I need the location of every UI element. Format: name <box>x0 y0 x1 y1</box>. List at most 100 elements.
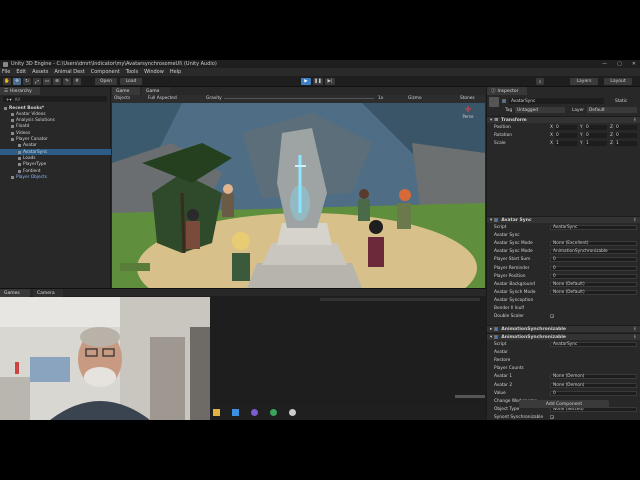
hierarchy-item[interactable]: Analysis Solutions <box>0 118 111 124</box>
play-button[interactable]: ▶ <box>301 78 311 85</box>
menu-help[interactable]: Help <box>170 69 181 75</box>
transform-header[interactable]: ▾ ⊞ Transform ⋮ <box>487 116 640 123</box>
transform-tool-button[interactable]: ⊕ <box>53 78 61 85</box>
static-toggle[interactable]: Static <box>615 99 627 104</box>
move-tool-button[interactable]: ✥ <box>13 78 21 85</box>
minimize-button[interactable]: — <box>602 61 607 67</box>
animation-sync-header-b[interactable]: ▾ AnimationSynchronizable ⋮ <box>487 333 640 340</box>
object-name-field[interactable]: AvatarSync <box>509 98 604 104</box>
load-button[interactable]: Load <box>120 78 142 85</box>
hierarchy-item[interactable]: Floatd <box>0 124 111 130</box>
layout-dropdown[interactable]: Layout <box>604 78 632 85</box>
rect-tool-button[interactable]: ▭ <box>43 78 51 85</box>
menu-animal-dest[interactable]: Animal Dest <box>54 69 84 75</box>
animation-sync-header-a[interactable]: ▸ AnimationSynchronizable ⋮ <box>487 325 640 332</box>
field-value[interactable]: 0 <box>550 257 637 262</box>
pause-button[interactable]: ❚❚ <box>313 78 323 85</box>
hierarchy-item[interactable]: Recent Books* <box>0 105 111 111</box>
hierarchy-item[interactable]: Avatar Videos <box>0 111 111 117</box>
field-checkbox[interactable]: ✓ <box>550 415 554 419</box>
axis-field-x[interactable]: 0 <box>555 133 577 138</box>
hierarchy-item[interactable]: Loads <box>0 155 111 161</box>
field-value[interactable]: None (Default) <box>550 282 637 287</box>
hierarchy-item[interactable]: Videos <box>0 130 111 136</box>
axis-field-z[interactable]: 0 <box>615 125 637 130</box>
layer-dropdown[interactable]: Default <box>587 107 637 113</box>
field-value[interactable]: AvatarSync <box>550 342 637 347</box>
anim-sync-b-checkbox[interactable] <box>494 335 498 339</box>
menu-file[interactable]: File <box>2 69 10 75</box>
component-menu-icon[interactable]: ⋮ <box>633 335 638 340</box>
axis-field-y[interactable]: 0 <box>585 125 607 130</box>
custom-tool-button[interactable]: ✎ <box>63 78 71 85</box>
display-dropdown[interactable]: Objects <box>114 96 130 101</box>
search-button[interactable]: ⌕ <box>536 78 544 85</box>
field-value[interactable]: None (Default) <box>550 290 637 295</box>
scene-gizmo[interactable]: ✛ Perse <box>457 105 479 127</box>
field-value[interactable]: 0 <box>550 266 637 271</box>
field-label: Player Reminder <box>494 266 529 271</box>
active-checkbox[interactable] <box>502 99 506 103</box>
gizmos-dropdown[interactable]: Gizmo <box>408 96 422 101</box>
grid-tool-button[interactable]: # <box>73 78 81 85</box>
zoom-slider[interactable] <box>455 395 485 398</box>
hierarchy-search-input[interactable]: +▾ All <box>3 96 107 102</box>
field-value[interactable]: None (Demon) <box>550 374 637 379</box>
step-button[interactable]: ▶| <box>325 78 335 85</box>
component-menu-icon[interactable]: ⋮ <box>633 118 638 123</box>
hierarchy-item[interactable]: Player Canator <box>0 137 111 143</box>
maximize-button[interactable]: ▢ <box>617 61 622 67</box>
browser-icon[interactable] <box>270 409 277 416</box>
windows-start-icon[interactable] <box>232 409 239 416</box>
axis-field-z[interactable]: 0 <box>615 133 637 138</box>
avatar-sync-header[interactable]: ▾ Avatar Sync ⋮ <box>487 216 640 223</box>
inspector-tab[interactable]: ⓘ Inspector <box>487 87 527 95</box>
anim-sync-a-checkbox[interactable] <box>494 327 498 331</box>
unity-taskbar-icon[interactable] <box>289 409 296 416</box>
menu-tools[interactable]: Tools <box>126 69 138 75</box>
tab-games[interactable]: Games <box>0 289 30 297</box>
hierarchy-tab[interactable]: ☰ Hierarchy <box>0 87 40 95</box>
axis-field-z[interactable]: 1 <box>615 141 637 146</box>
close-button[interactable]: ✕ <box>632 61 636 67</box>
hierarchy-item[interactable]: AvatarSync <box>0 149 111 155</box>
hierarchy-item[interactable]: Fontient <box>0 168 111 174</box>
menu-component[interactable]: Component <box>91 69 120 75</box>
component-menu-icon[interactable]: ⋮ <box>633 218 638 223</box>
menu-edit[interactable]: Edit <box>16 69 26 75</box>
scale-tool-button[interactable]: ⤢ <box>33 78 41 85</box>
component-menu-icon[interactable]: ⋮ <box>633 327 638 332</box>
hierarchy-item[interactable]: PlayerType <box>0 162 111 168</box>
app-icon-1[interactable] <box>251 409 258 416</box>
field-value[interactable]: None (Excellent) <box>550 241 637 246</box>
axis-field-y[interactable]: 1 <box>585 141 607 146</box>
field-checkbox[interactable]: ✓ <box>550 314 554 318</box>
stats-button[interactable]: Stones <box>460 96 475 101</box>
field-value[interactable]: 0 <box>550 391 637 396</box>
timeline-scrollbar[interactable] <box>320 298 480 301</box>
scale-slider[interactable] <box>224 98 374 99</box>
tag-dropdown[interactable]: Untagged <box>515 107 565 113</box>
hierarchy-item[interactable]: Avatar <box>0 143 111 149</box>
tab-camera[interactable]: Camera <box>33 289 63 297</box>
avatar-sync-enabled-checkbox[interactable] <box>494 218 498 222</box>
open-button[interactable]: Open <box>95 78 117 85</box>
axis-field-x[interactable]: 0 <box>555 125 577 130</box>
file-explorer-icon[interactable] <box>213 409 220 416</box>
hand-tool-button[interactable]: ✋ <box>3 78 11 85</box>
layers-dropdown[interactable]: Layers <box>570 78 598 85</box>
field-value[interactable]: AvatarSync <box>550 225 637 230</box>
menu-assets[interactable]: Assets <box>32 69 48 75</box>
aspect-dropdown[interactable]: Full Aspected <box>148 96 177 101</box>
axis-field-x[interactable]: 1 <box>555 141 577 146</box>
field-value[interactable]: AnimationSynchronizable <box>550 249 637 254</box>
tab-game-2[interactable]: Game <box>142 87 170 95</box>
tab-game-1[interactable]: Game <box>112 87 140 95</box>
rotate-tool-button[interactable]: ↻ <box>23 78 31 85</box>
menu-window[interactable]: Window <box>144 69 164 75</box>
hierarchy-item[interactable]: Player Objects <box>0 174 111 180</box>
field-value[interactable]: None (Demon) <box>550 383 637 388</box>
add-component-button[interactable]: Add Component <box>519 400 609 408</box>
field-value[interactable]: 0 <box>550 274 637 279</box>
axis-field-y[interactable]: 0 <box>585 133 607 138</box>
